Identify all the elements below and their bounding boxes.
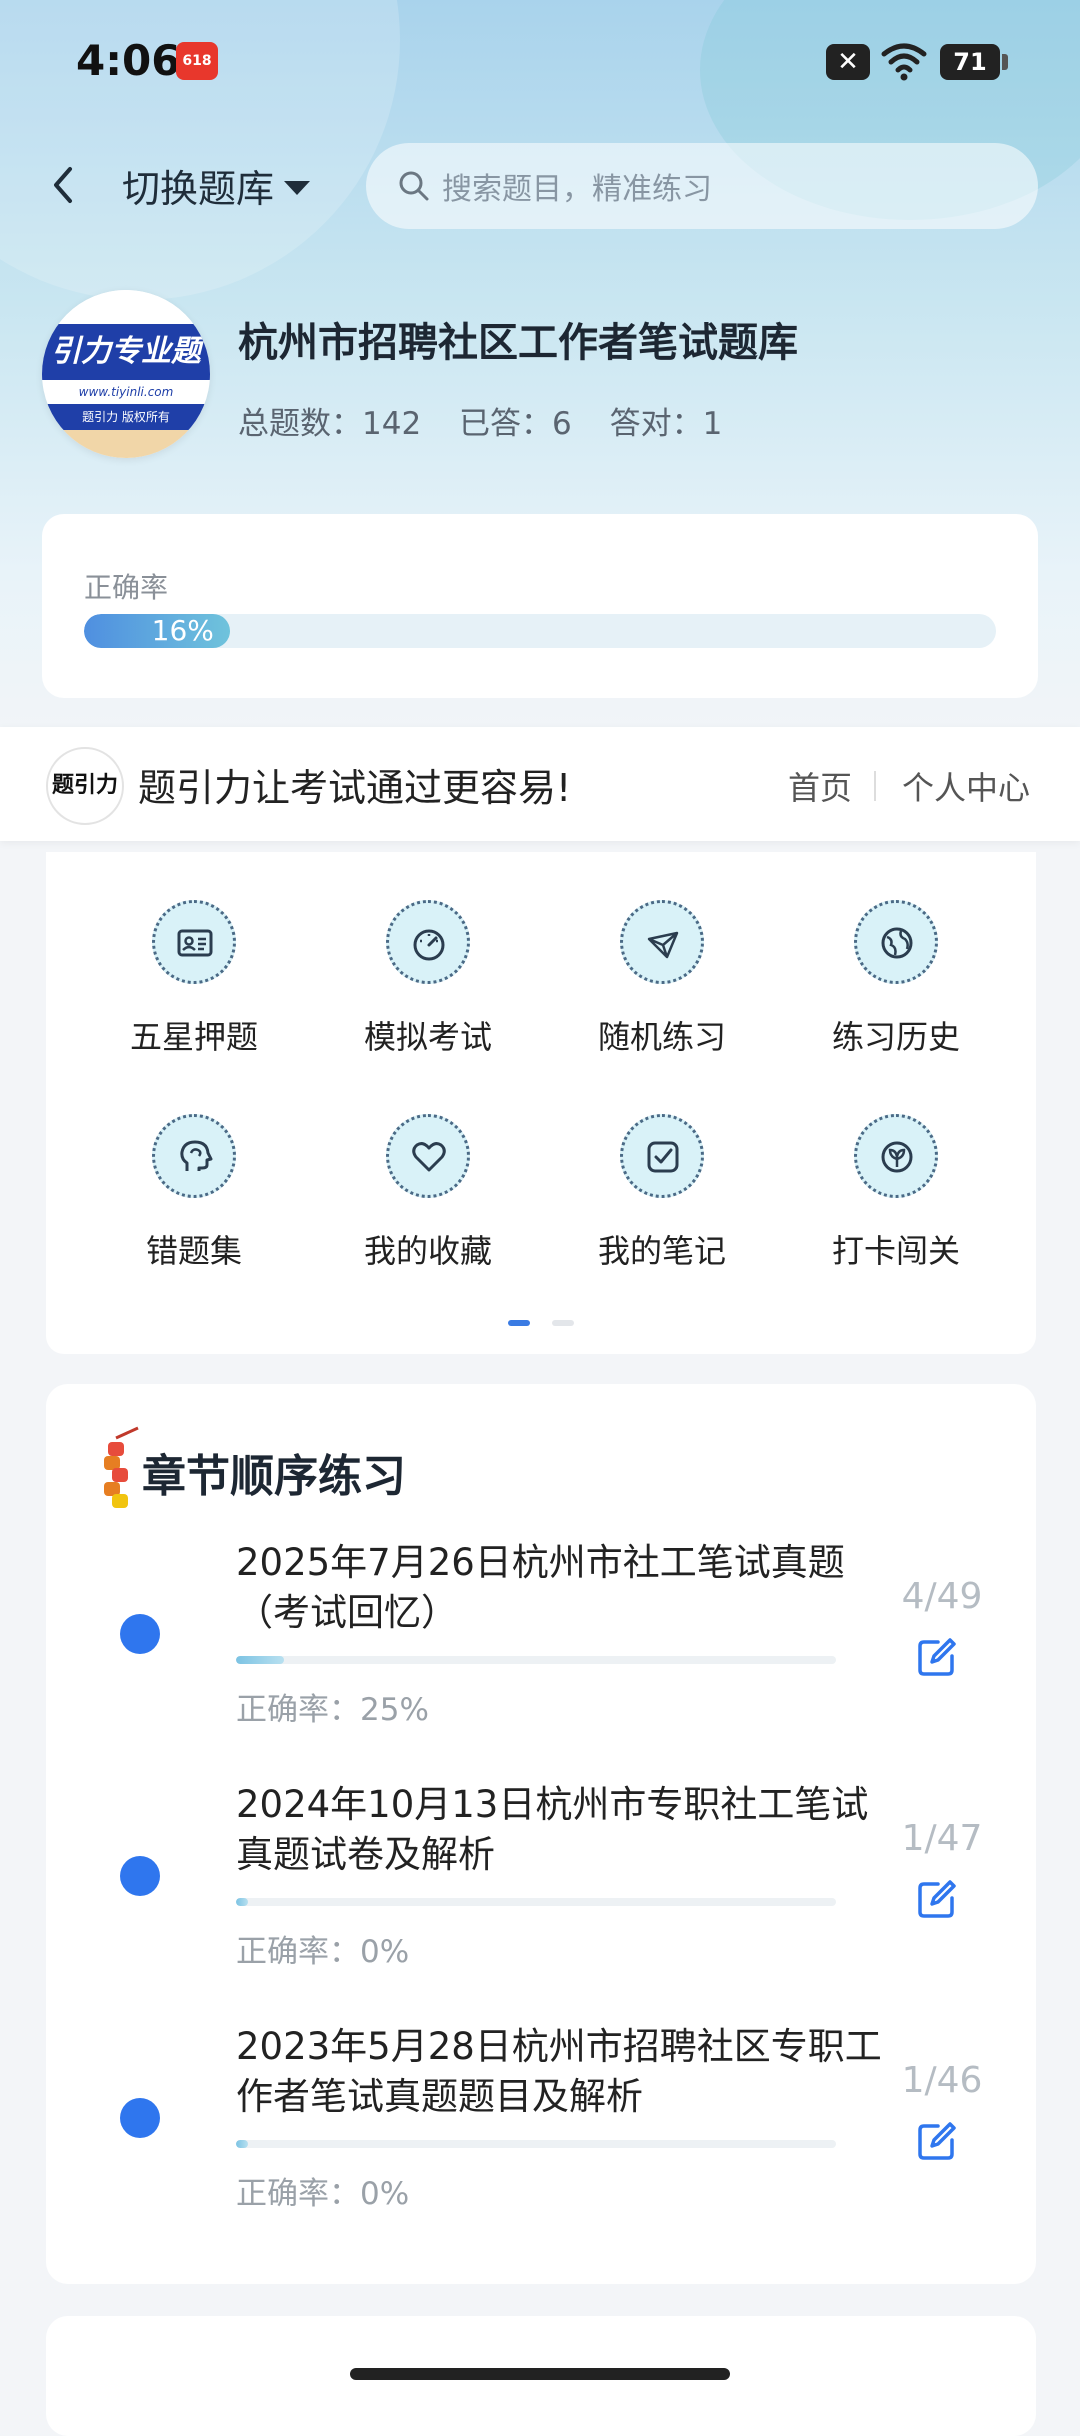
switch-bank-label: 切换题库 [122, 167, 275, 211]
chapter-progress-fill [236, 1656, 284, 1664]
feature-label: 我的收藏 [363, 1232, 492, 1270]
chapter-count: 1/46 [901, 2060, 983, 2101]
logo-url: www.tiyinli.com [50, 380, 202, 404]
close-box-icon: ✕ [826, 44, 870, 80]
chapter-bullet [120, 1856, 160, 1896]
total-count: 总题数：142 [238, 406, 422, 442]
feature-label: 五星押题 [129, 1018, 258, 1056]
feature-label: 我的笔记 [597, 1232, 726, 1270]
feature-wrong-questions[interactable]: 错题集 [74, 1114, 314, 1284]
switch-bank-dropdown[interactable]: 切换题库 [122, 158, 311, 213]
chapter-accuracy: 正确率：0% [236, 2176, 410, 2212]
chapter-accuracy: 正确率：25% [236, 1692, 429, 1728]
chapter-item[interactable]: 2025年7月26日杭州市社工笔试真题（考试回忆） 正确率：25% 4/49 [46, 1538, 1036, 1768]
page-dot [552, 1320, 574, 1326]
heart-icon [412, 1142, 446, 1172]
feature-label: 模拟考试 [363, 1018, 492, 1056]
feature-grid: 五星押题 模拟考试 随机练习 练习历史 错题集 我的收藏 我的笔记 打卡闯关 [46, 852, 1036, 1354]
leaf-badge-icon [881, 1141, 913, 1173]
accuracy-card: 正确率 16% [42, 514, 1038, 698]
shopping-badge-icon: 618 [176, 42, 218, 80]
firecracker-icon [104, 1426, 139, 1508]
status-bar: 4:06 618 ✕ 71 [0, 0, 1080, 120]
speedometer-icon [413, 929, 445, 961]
chapter-progress-bar [236, 1898, 836, 1906]
feature-history[interactable]: 练习历史 [776, 900, 1016, 1070]
accuracy-progress-track: 16% [84, 614, 996, 648]
search-bar[interactable]: 搜索题目，精准练习 [366, 143, 1038, 229]
page-dot-active [508, 1320, 530, 1326]
logo-text: 引力专业题 [42, 324, 210, 380]
bank-stats: 总题数：142 已答：6 答对：1 [238, 398, 750, 443]
chapter-progress-fill [236, 1898, 248, 1906]
chapter-count: 1/47 [901, 1818, 983, 1859]
search-placeholder: 搜索题目，精准练习 [442, 172, 712, 207]
chapter-accuracy: 正确率：0% [236, 1934, 410, 1970]
chapter-progress-bar [236, 2140, 836, 2148]
status-time: 4:06 [76, 36, 181, 85]
caret-down-icon [284, 180, 311, 195]
id-card-icon [177, 929, 213, 957]
feature-label: 错题集 [145, 1232, 242, 1270]
chapter-bullet [120, 1614, 160, 1654]
answered-count: 已答：6 [459, 406, 572, 442]
feature-label: 练习历史 [831, 1018, 960, 1056]
divider [874, 771, 876, 801]
feature-five-star[interactable]: 五星押题 [74, 900, 314, 1070]
chapter-practice-card: 章节顺序练习 2025年7月26日杭州市社工笔试真题（考试回忆） 正确率：25%… [46, 1384, 1036, 2284]
personal-center-link[interactable]: 个人中心 [902, 763, 1030, 809]
accuracy-label: 正确率 [84, 571, 169, 604]
logo-copyright: 题引力 版权所有 [42, 404, 210, 430]
feature-label: 随机练习 [597, 1018, 726, 1056]
promo-slogan: 题引力让考试通过更容易! [138, 766, 572, 810]
accuracy-progress-fill: 16% [84, 614, 230, 648]
network-icon [647, 931, 679, 959]
correct-count: 答对：1 [609, 406, 723, 442]
chapter-item[interactable]: 2023年5月28日杭州市招聘社区专职工作者笔试真题题目及解析 正确率：0% 1… [46, 2022, 1036, 2252]
chapter-item[interactable]: 2024年10月13日杭州市专职社工笔试真题试卷及解析 正确率：0% 1/47 [46, 1780, 1036, 2010]
chapter-count: 4/49 [901, 1576, 983, 1617]
feature-mock-exam[interactable]: 模拟考试 [308, 900, 548, 1070]
tiyinli-logo: 题引力 [46, 747, 124, 825]
search-icon [399, 171, 429, 201]
edit-icon[interactable] [914, 1876, 960, 1922]
note-check-icon [647, 1141, 679, 1173]
home-link[interactable]: 首页 [788, 763, 852, 809]
globe-icon [881, 927, 913, 959]
battery-indicator: 71 [940, 44, 1008, 80]
bank-title: 杭州市招聘社区工作者笔试题库 [238, 320, 798, 366]
chapter-section-title: 章节顺序练习 [142, 1451, 406, 1502]
edit-icon[interactable] [914, 2118, 960, 2164]
chapter-name: 2025年7月26日杭州市社工笔试真题（考试回忆） [236, 1541, 845, 1634]
chapter-progress-fill [236, 2140, 248, 2148]
feature-favorites[interactable]: 我的收藏 [308, 1114, 548, 1284]
back-arrow-icon[interactable] [40, 155, 88, 215]
bank-logo: 引力专业题 www.tiyinli.com 题引力 版权所有 [42, 290, 210, 458]
chapter-name: 2023年5月28日杭州市招聘社区专职工作者笔试真题题目及解析 [236, 2025, 882, 2118]
home-indicator[interactable] [350, 2368, 730, 2380]
edit-icon[interactable] [914, 1634, 960, 1680]
feature-check-in[interactable]: 打卡闯关 [776, 1114, 1016, 1284]
chapter-bullet [120, 2098, 160, 2138]
wifi-icon [881, 43, 927, 81]
promo-strip: 题引力 题引力让考试通过更容易! 首页 个人中心 [0, 727, 1080, 841]
head-brain-icon [180, 1140, 213, 1171]
chapter-progress-bar [236, 1656, 836, 1664]
chapter-name: 2024年10月13日杭州市专职社工笔试真题试卷及解析 [236, 1783, 869, 1876]
feature-random-practice[interactable]: 随机练习 [542, 900, 782, 1070]
feature-label: 打卡闯关 [831, 1232, 960, 1270]
feature-notes[interactable]: 我的笔记 [542, 1114, 782, 1284]
